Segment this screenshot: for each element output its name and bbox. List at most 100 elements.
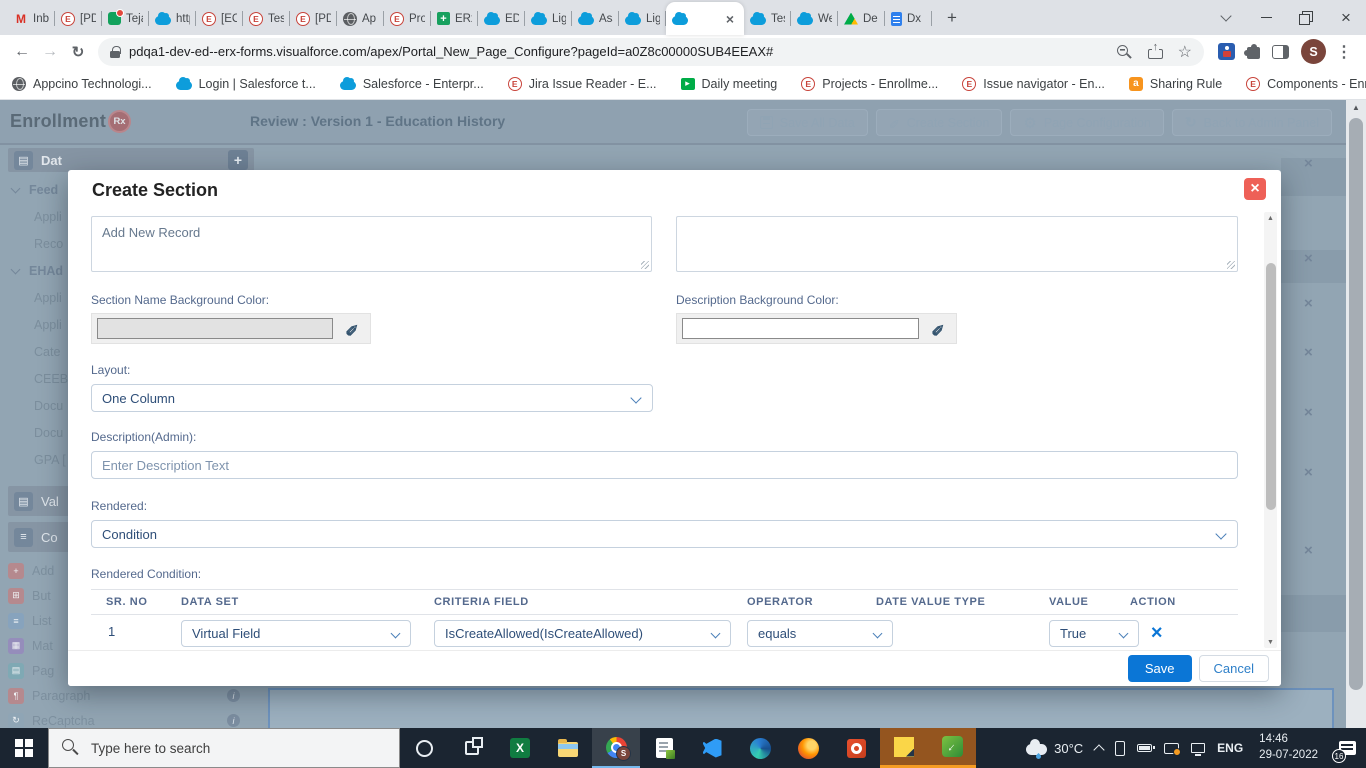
scroll-down-icon[interactable] — [1264, 636, 1277, 648]
zoom-out-icon[interactable] — [1116, 44, 1132, 60]
bookmark-item[interactable]: Jira Issue Reader - E... — [507, 76, 657, 91]
value-select[interactable]: True — [1049, 620, 1139, 647]
rendered-select[interactable]: Condition — [91, 520, 1238, 548]
page-scrollbar[interactable] — [1346, 100, 1366, 728]
browser-tab[interactable]: De — [838, 2, 885, 35]
page-configuration-button[interactable]: Page Configuration — [1010, 109, 1164, 136]
reload-button[interactable] — [64, 38, 92, 66]
bookmark-item[interactable]: Salesforce - Enterpr... — [339, 77, 484, 91]
criteria-field-select[interactable]: IsCreateAllowed(IsCreateAllowed) — [434, 620, 731, 647]
taskbar-app[interactable] — [496, 728, 544, 768]
scrollbar-thumb[interactable] — [1349, 118, 1363, 690]
browser-tab[interactable]: [PD — [55, 2, 102, 35]
bookmark-item[interactable]: Sharing Rule — [1128, 76, 1222, 91]
notification-center[interactable]: 16 — [1332, 728, 1360, 768]
restore-icon[interactable] — [1299, 10, 1313, 25]
scroll-up-icon[interactable] — [1346, 103, 1366, 112]
battery-icon[interactable] — [1137, 744, 1156, 752]
browser-tab[interactable]: Pro — [384, 2, 431, 35]
bookmark-item[interactable]: Appcino Technologi... — [12, 76, 152, 91]
taskbar-app[interactable] — [448, 728, 496, 768]
chevron-up-icon[interactable] — [1095, 743, 1103, 754]
browser-tab[interactable]: [PD — [290, 2, 337, 35]
browser-tab[interactable]: We — [791, 2, 838, 35]
cast-icon[interactable] — [1164, 742, 1182, 756]
add-dataset-icon[interactable] — [228, 150, 248, 170]
taskbar-app[interactable] — [592, 728, 640, 768]
back-to-admin-panel-button[interactable]: Back to Admin Panel — [1171, 109, 1332, 136]
phone-icon[interactable] — [1115, 740, 1126, 756]
forward-button[interactable] — [36, 38, 64, 66]
scroll-up-icon[interactable] — [1264, 212, 1277, 224]
browser-tab[interactable]: [EC — [196, 2, 243, 35]
create-section-button[interactable]: Create Section — [875, 109, 1003, 136]
close-window-icon[interactable] — [1341, 8, 1351, 28]
bookmark-item[interactable]: Projects - Enrollme... — [801, 76, 938, 91]
edit-description-color-button[interactable] — [925, 316, 951, 341]
bookmark-item[interactable]: Login | Salesforce t... — [175, 77, 316, 91]
star-icon[interactable] — [1178, 42, 1192, 62]
taskbar-app[interactable] — [880, 728, 928, 768]
back-button[interactable] — [8, 38, 36, 66]
browser-menu-button[interactable] — [1330, 38, 1358, 66]
modal-scrollbar[interactable] — [1264, 212, 1277, 648]
save-button[interactable]: Save — [1127, 655, 1192, 682]
section-name-textarea[interactable]: Add New Record — [91, 216, 652, 272]
taskbar-app[interactable] — [400, 728, 448, 768]
browser-tab[interactable]: Lig — [619, 2, 666, 35]
browser-tab[interactable]: Ass — [572, 2, 619, 35]
taskbar-app[interactable] — [688, 728, 736, 768]
edit-section-color-button[interactable] — [339, 316, 365, 341]
url-text[interactable]: pdqa1-dev-ed--erx-forms.visualforce.com/… — [129, 44, 1106, 59]
profile-avatar[interactable]: S — [1301, 39, 1326, 64]
lock-icon[interactable] — [110, 45, 121, 58]
info-icon[interactable] — [227, 689, 240, 702]
cancel-button[interactable]: Cancel — [1198, 655, 1269, 682]
chevron-down-icon[interactable] — [1222, 16, 1230, 20]
clock[interactable]: 14:46 29-07-2022 — [1255, 732, 1322, 763]
search-input[interactable] — [48, 728, 400, 768]
layout-select[interactable]: One Column — [91, 384, 653, 412]
info-icon[interactable] — [227, 714, 240, 727]
section-name-bg-color-input[interactable] — [97, 318, 333, 339]
weather-widget[interactable]: 30°C — [1026, 738, 1083, 756]
browser-tab[interactable]: Lig — [525, 2, 572, 35]
description-admin-input[interactable] — [91, 451, 1238, 479]
save-all-data-button[interactable]: Save All Data — [746, 109, 868, 136]
description-bg-color-input[interactable] — [682, 318, 919, 339]
taskbar-app[interactable] — [832, 728, 880, 768]
language-indicator[interactable]: ENG — [1217, 741, 1243, 755]
address-bar[interactable]: pdqa1-dev-ed--erx-forms.visualforce.com/… — [98, 37, 1204, 66]
operator-select[interactable]: equals — [747, 620, 893, 647]
browser-tab[interactable]: EDI — [478, 2, 525, 35]
component-item[interactable]: Paragraph — [8, 684, 254, 707]
component-item[interactable]: ReCaptcha — [8, 709, 254, 728]
modal-close-button[interactable] — [1244, 178, 1266, 200]
taskbar-app[interactable] — [544, 728, 592, 768]
data-set-select[interactable]: Virtual Field — [181, 620, 411, 647]
browser-tab[interactable] — [666, 2, 744, 35]
share-icon[interactable] — [1147, 41, 1163, 59]
browser-tab[interactable]: Teja — [102, 2, 149, 35]
start-button[interactable] — [0, 728, 48, 768]
browser-tab[interactable]: Tes — [243, 2, 290, 35]
bookmark-item[interactable]: Issue navigator - En... — [962, 76, 1105, 91]
taskbar-app[interactable] — [640, 728, 688, 768]
browser-tab[interactable]: Inb — [8, 2, 55, 35]
new-tab-button[interactable] — [938, 4, 966, 32]
close-tab-icon[interactable] — [722, 11, 738, 27]
side-panel-icon[interactable] — [1272, 44, 1289, 59]
network-icon[interactable] — [1191, 743, 1206, 756]
browser-tab[interactable]: Tes — [744, 2, 791, 35]
accessibility-extension-icon[interactable] — [1218, 43, 1235, 60]
taskbar-app[interactable] — [784, 728, 832, 768]
extensions-puzzle-icon[interactable] — [1244, 44, 1260, 59]
taskbar-app[interactable] — [928, 728, 976, 768]
remove-condition-icon[interactable] — [1152, 625, 1161, 643]
scrollbar-thumb[interactable] — [1265, 263, 1276, 510]
bookmark-item[interactable]: Daily meeting — [680, 77, 777, 91]
browser-tab[interactable]: Ap — [337, 2, 384, 35]
browser-tab[interactable]: http — [149, 2, 196, 35]
taskbar-app[interactable] — [736, 728, 784, 768]
taskbar-search[interactable] — [48, 728, 400, 768]
